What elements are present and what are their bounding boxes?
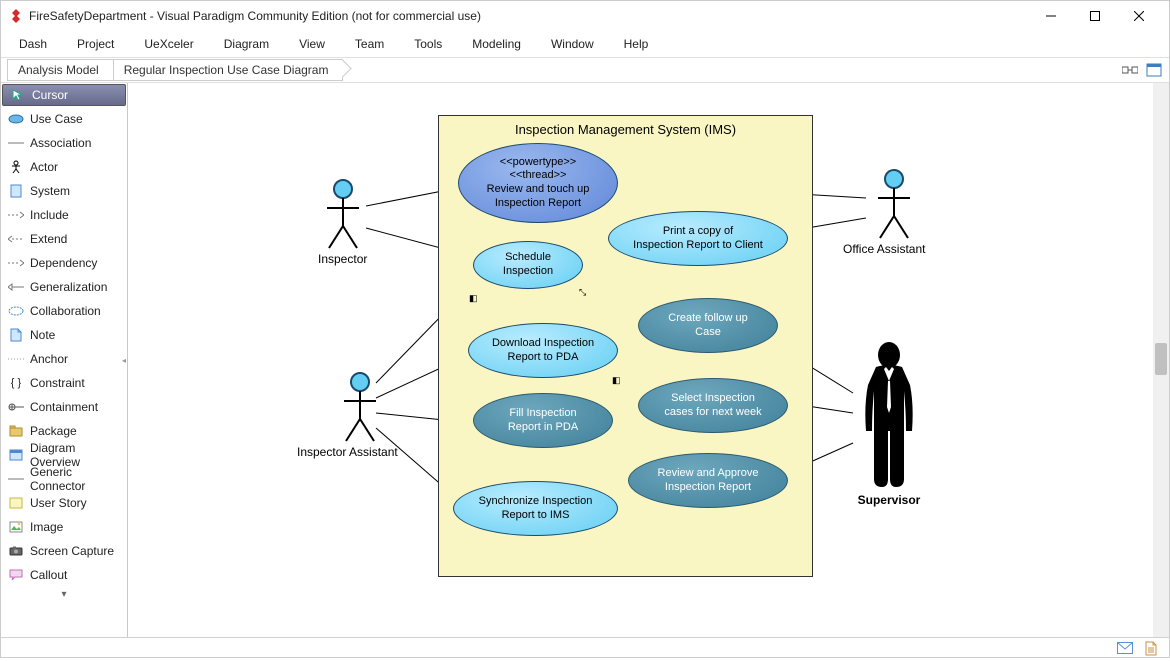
palette-item-containment[interactable]: Containment — [1, 395, 127, 419]
dependency-icon — [8, 255, 24, 271]
menu-tools[interactable]: Tools — [414, 37, 442, 51]
palette-item-screen-capture[interactable]: Screen Capture — [1, 539, 127, 563]
generic-connector-icon — [8, 471, 24, 487]
palette-item-association[interactable]: Association — [1, 131, 127, 155]
palette-item-package[interactable]: Package — [1, 419, 127, 443]
generalization-icon — [8, 279, 24, 295]
callout-icon — [8, 567, 24, 583]
actor-office-assistant[interactable]: Office Assistant — [863, 168, 925, 256]
menu-bar: Dash Project UeXceler Diagram View Team … — [1, 31, 1169, 57]
cursor-icon — [10, 87, 26, 103]
menu-project[interactable]: Project — [77, 37, 114, 51]
window-title: FireSafetyDepartment - Visual Paradigm C… — [29, 9, 481, 23]
note-icon — [8, 327, 24, 343]
palette-item-cursor[interactable]: Cursor — [2, 84, 126, 106]
main-area: Cursor Use Case Association Actor System… — [1, 83, 1169, 637]
usecase-review-approve[interactable]: Review and ApproveInspection Report — [628, 453, 788, 508]
actor-office-assistant-label: Office Assistant — [843, 242, 925, 256]
actor-supervisor-label: Supervisor — [844, 493, 934, 507]
menu-dash[interactable]: Dash — [19, 37, 47, 51]
palette-item-constraint[interactable]: { } Constraint — [1, 371, 127, 395]
panel-tool-icon[interactable] — [1145, 61, 1163, 79]
menu-view[interactable]: View — [299, 37, 325, 51]
actor-inspector-assistant[interactable]: Inspector Assistant — [323, 371, 398, 459]
breadcrumb-item-regular-inspection[interactable]: Regular Inspection Use Case Diagram — [113, 59, 344, 81]
usecase-synchronize[interactable]: Synchronize InspectionReport to IMS — [453, 481, 618, 536]
resize-cursor-icon: ⤡ — [579, 287, 586, 298]
image-icon — [8, 519, 24, 535]
actor-inspector[interactable]: Inspector — [318, 178, 367, 266]
palette-item-note[interactable]: Note — [1, 323, 127, 347]
association-icon — [8, 135, 24, 151]
actor-icon — [8, 159, 24, 175]
menu-modeling[interactable]: Modeling — [472, 37, 521, 51]
palette-item-actor[interactable]: Actor — [1, 155, 127, 179]
palette-item-include[interactable]: Include — [1, 203, 127, 227]
title-bar: FireSafetyDepartment - Visual Paradigm C… — [1, 1, 1169, 31]
breadcrumb-item-analysis-model[interactable]: Analysis Model — [7, 59, 114, 81]
overview-icon — [8, 447, 24, 463]
extend-icon — [8, 231, 24, 247]
anchor-icon — [8, 351, 24, 367]
usecase-create-followup[interactable]: Create follow upCase — [638, 298, 778, 353]
usecase-download-pda[interactable]: Download InspectionReport to PDA — [468, 323, 618, 378]
screen-capture-icon — [8, 543, 24, 559]
system-icon — [8, 183, 24, 199]
menu-uexceler[interactable]: UeXceler — [144, 37, 193, 51]
include-icon — [8, 207, 24, 223]
palette-item-callout[interactable]: Callout — [1, 563, 127, 587]
anchor-marker-icon: ◧ — [469, 293, 478, 304]
constraint-icon: { } — [8, 375, 24, 391]
status-bar — [1, 637, 1169, 659]
mail-icon[interactable] — [1117, 641, 1133, 657]
usecase-review-touchup[interactable]: <<powertype>><<thread>>Review and touch … — [458, 143, 618, 223]
palette-item-generic-connector[interactable]: Generic Connector — [1, 467, 127, 491]
palette-item-anchor[interactable]: Anchor — [1, 347, 127, 371]
menu-window[interactable]: Window — [551, 37, 594, 51]
window-minimize-button[interactable] — [1029, 1, 1073, 31]
palette-item-usecase[interactable]: Use Case — [1, 107, 127, 131]
document-icon[interactable] — [1145, 641, 1161, 657]
breadcrumb-bar: Analysis Model Regular Inspection Use Ca… — [1, 57, 1169, 83]
palette-item-extend[interactable]: Extend — [1, 227, 127, 251]
actor-inspector-assistant-label: Inspector Assistant — [297, 445, 398, 459]
usecase-schedule-inspection[interactable]: ScheduleInspection — [473, 241, 583, 289]
menu-team[interactable]: Team — [355, 37, 384, 51]
anchor-marker-icon: ◧ — [612, 375, 621, 386]
palette-item-user-story[interactable]: User Story — [1, 491, 127, 515]
vertical-scrollbar[interactable] — [1153, 83, 1169, 637]
actor-supervisor[interactable]: Supervisor — [844, 341, 934, 507]
menu-diagram[interactable]: Diagram — [224, 37, 269, 51]
usecase-fill-report-pda[interactable]: Fill InspectionReport in PDA — [473, 393, 613, 448]
usecase-icon — [8, 111, 24, 127]
palette-item-collaboration[interactable]: Collaboration — [1, 299, 127, 323]
layout-tool-icon[interactable] — [1121, 61, 1139, 79]
usecase-print-copy[interactable]: Print a copy ofInspection Report to Clie… — [608, 211, 788, 266]
collaboration-icon — [8, 303, 24, 319]
actor-inspector-label: Inspector — [318, 252, 367, 266]
user-story-icon — [8, 495, 24, 511]
tool-palette: Cursor Use Case Association Actor System… — [1, 83, 128, 637]
window-close-button[interactable] — [1117, 1, 1161, 31]
palette-item-generalization[interactable]: Generalization — [1, 275, 127, 299]
palette-item-dependency[interactable]: Dependency — [1, 251, 127, 275]
window-maximize-button[interactable] — [1073, 1, 1117, 31]
palette-more-arrow[interactable]: ▾ — [1, 587, 127, 602]
palette-item-overview[interactable]: Diagram Overview — [1, 443, 127, 467]
diagram-canvas-wrap: Inspection Management System (IMS) <<pow… — [128, 83, 1169, 637]
palette-item-system[interactable]: System — [1, 179, 127, 203]
app-icon — [9, 9, 23, 23]
palette-item-image[interactable]: Image — [1, 515, 127, 539]
usecase-select-cases[interactable]: Select Inspectioncases for next week — [638, 378, 788, 433]
package-icon — [8, 423, 24, 439]
containment-icon — [8, 399, 24, 415]
diagram-canvas[interactable]: Inspection Management System (IMS) <<pow… — [128, 83, 1169, 637]
system-title: Inspection Management System (IMS) — [439, 116, 812, 143]
menu-help[interactable]: Help — [624, 37, 649, 51]
